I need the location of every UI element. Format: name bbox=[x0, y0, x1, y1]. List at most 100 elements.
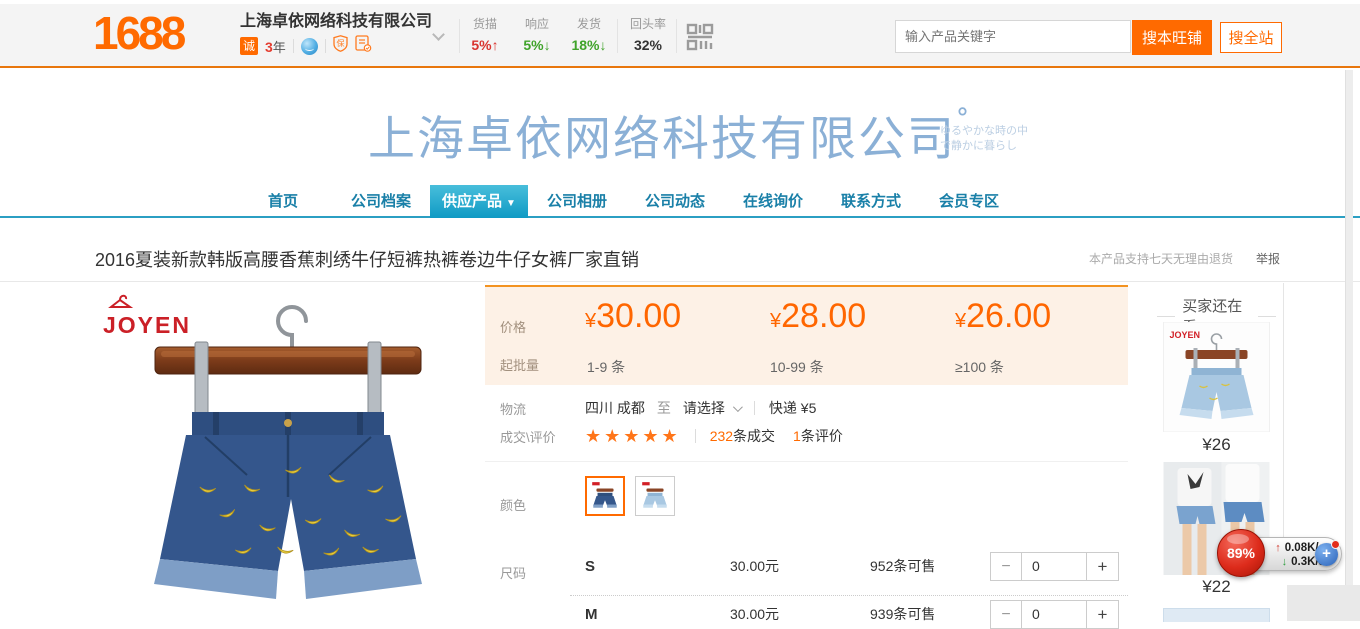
related-item-3-image[interactable] bbox=[1163, 608, 1270, 622]
chevron-down-icon bbox=[733, 402, 743, 412]
size-stock: 952条可售 bbox=[870, 556, 990, 576]
color-swatch-dark[interactable] bbox=[585, 476, 625, 516]
minus-button[interactable]: − bbox=[991, 601, 1022, 628]
wangwang-icon[interactable] bbox=[301, 38, 318, 55]
plus-icon: + bbox=[1322, 545, 1331, 562]
nav-member-zone[interactable]: 会员专区 bbox=[920, 185, 1018, 218]
offer-panel: 价格 ¥30.00 ¥28.00 ¥26.00 起批量 1-9 条 10-99 … bbox=[485, 285, 1128, 621]
corner-panel bbox=[1287, 585, 1360, 621]
nav-company-news[interactable]: 公司动态 bbox=[626, 185, 724, 218]
hanger-icon bbox=[103, 293, 137, 309]
divider bbox=[485, 461, 1128, 462]
banner-company-title: 上海卓依网络科技有限公司° bbox=[368, 100, 971, 169]
divider bbox=[676, 19, 677, 53]
size-row-s: S 30.00元 952条可售 − + bbox=[585, 551, 1128, 581]
progress-badge[interactable]: 89% bbox=[1217, 529, 1265, 577]
qr-code-icon[interactable] bbox=[684, 21, 716, 58]
divider bbox=[695, 429, 696, 443]
size-price: 30.00元 bbox=[730, 604, 870, 624]
divider bbox=[617, 19, 618, 53]
search-bar: 搜本旺铺 搜全站 bbox=[895, 20, 1282, 55]
logistics-row: 物流 四川 成都 至 请选择 快递 ¥5 bbox=[485, 395, 1128, 421]
rating-row: 成交\评价 ★★★★★ 232条成交 1条评价 bbox=[485, 423, 1128, 449]
up-arrow-icon: ↑ bbox=[1275, 542, 1281, 554]
ship-from: 四川 成都 bbox=[585, 398, 645, 418]
rating-label: 成交\评价 bbox=[485, 427, 585, 446]
quantity-input[interactable] bbox=[1022, 601, 1086, 628]
size-stock: 939条可售 bbox=[870, 604, 990, 624]
product-title: 2016夏装新款韩版高腰香蕉刺绣牛仔短裤热裤卷边牛仔女裤厂家直销 bbox=[95, 246, 639, 272]
price-tier-1: ¥30.00 bbox=[585, 297, 681, 336]
nav-inquiry[interactable]: 在线询价 bbox=[724, 185, 822, 218]
search-input[interactable] bbox=[895, 20, 1131, 53]
add-button[interactable]: + bbox=[1315, 543, 1338, 566]
moq-label: 起批量 bbox=[500, 355, 539, 374]
reviews-link[interactable]: 1条评价 bbox=[793, 426, 843, 446]
company-name[interactable]: 上海卓依网络科技有限公司 bbox=[240, 13, 432, 31]
size-label: 尺码 bbox=[500, 563, 526, 582]
related-item-1-price[interactable]: ¥26 bbox=[1150, 435, 1283, 455]
plus-button[interactable]: + bbox=[1086, 601, 1118, 628]
nav-home[interactable]: 首页 bbox=[234, 185, 332, 218]
nav-company-profile[interactable]: 公司档案 bbox=[332, 185, 430, 218]
report-link[interactable]: 举报 bbox=[1256, 250, 1280, 267]
price-tier-2: ¥28.00 bbox=[770, 297, 866, 336]
color-swatch-light[interactable] bbox=[635, 476, 675, 516]
search-shop-button[interactable]: 搜本旺铺 bbox=[1132, 20, 1212, 55]
color-label: 颜色 bbox=[500, 495, 526, 514]
size-price: 30.00元 bbox=[730, 556, 870, 576]
divider bbox=[0, 281, 1360, 282]
svg-text:保: 保 bbox=[336, 38, 344, 48]
deals-link[interactable]: 232条成交 bbox=[710, 426, 775, 446]
guarantee-shield-icon: 保 bbox=[333, 35, 348, 57]
size-name: S bbox=[585, 558, 730, 575]
nav-products[interactable]: 供应产品▼ bbox=[430, 185, 528, 218]
member-years: 3年 bbox=[265, 37, 286, 56]
size-row-m: M 30.00元 939条可售 − + bbox=[585, 599, 1128, 629]
page-scrollbar[interactable] bbox=[1345, 70, 1353, 621]
chevron-down-icon[interactable] bbox=[432, 28, 445, 41]
return-policy-text: 本产品支持七天无理由退货 bbox=[1089, 250, 1233, 267]
price-tier-3: ¥26.00 bbox=[955, 297, 1051, 336]
stat-return-rate: 回头率 32% bbox=[620, 15, 676, 53]
ship-to-label: 至 bbox=[657, 398, 671, 418]
price-panel: 价格 ¥30.00 ¥28.00 ¥26.00 起批量 1-9 条 10-99 … bbox=[485, 285, 1128, 385]
divider bbox=[325, 39, 326, 53]
divider bbox=[293, 39, 294, 53]
notification-dot bbox=[1331, 540, 1340, 549]
divider bbox=[754, 401, 755, 415]
search-site-button[interactable]: 搜全站 bbox=[1220, 22, 1282, 53]
nav-company-album[interactable]: 公司相册 bbox=[528, 185, 626, 218]
integrity-badge-icon: 诚 bbox=[240, 37, 258, 55]
banner-subtitle: ゆるやかな時の中 で静かに暮らし bbox=[940, 124, 1028, 154]
nav-contact[interactable]: 联系方式 bbox=[822, 185, 920, 218]
quantity-stepper: − + bbox=[990, 552, 1119, 581]
stat-description: 货描 5%↑ bbox=[459, 15, 511, 53]
price-label: 价格 bbox=[500, 317, 526, 336]
down-arrow-icon: ↓ bbox=[1282, 556, 1288, 568]
divider bbox=[570, 595, 1128, 596]
express-fee: 快递 ¥5 bbox=[769, 398, 816, 418]
logistics-label: 物流 bbox=[485, 399, 585, 418]
brand-logo: JOYEN bbox=[103, 293, 191, 339]
related-item-1-image[interactable]: JOYEN bbox=[1163, 322, 1270, 432]
divider bbox=[1283, 283, 1284, 560]
color-swatches bbox=[585, 476, 675, 516]
destination-select[interactable]: 请选择 bbox=[683, 398, 740, 418]
svg-text:JOYEN: JOYEN bbox=[1170, 330, 1201, 340]
size-name: M bbox=[585, 606, 730, 623]
minus-button[interactable]: − bbox=[991, 553, 1022, 580]
related-item-2-price[interactable]: ¥22 bbox=[1150, 577, 1283, 597]
stat-response: 响应 5%↓ bbox=[511, 15, 563, 53]
moq-tier-1: 1-9 条 bbox=[587, 357, 625, 377]
quantity-input[interactable] bbox=[1022, 553, 1086, 580]
caret-down-icon: ▼ bbox=[506, 198, 516, 209]
star-rating-icon: ★★★★★ bbox=[585, 427, 681, 445]
main-product-image[interactable]: JOYEN bbox=[95, 285, 481, 621]
site-header: 1688 上海卓依网络科技有限公司 诚 3年 保 货描 5%↑ bbox=[0, 4, 1360, 68]
site-logo[interactable]: 1688 bbox=[93, 6, 183, 60]
plus-button[interactable]: + bbox=[1086, 553, 1118, 580]
company-block: 上海卓依网络科技有限公司 诚 3年 保 bbox=[240, 13, 432, 55]
stat-shipping: 发货 18%↓ bbox=[563, 15, 615, 53]
contract-icon bbox=[355, 35, 372, 57]
